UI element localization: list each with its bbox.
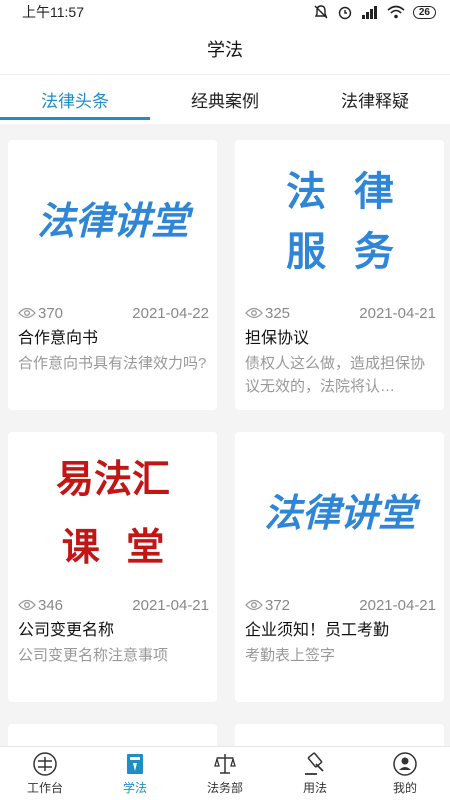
user-icon xyxy=(392,751,418,777)
article-summary: 债权人这么做，造成担保协议无效的，法院将认… xyxy=(245,355,426,395)
article-card[interactable]: 法律讲堂 370 2021-04-22 合作意向书 合作意向书具有法律效力吗? xyxy=(8,140,217,410)
page-title: 学法 xyxy=(207,40,243,60)
article-date: 2021-04-22 xyxy=(132,304,209,322)
article-title: 企业须知！员工考勤 xyxy=(245,622,390,639)
scales-icon xyxy=(212,751,238,777)
nav-study-law[interactable]: 学法 xyxy=(90,747,180,800)
article-meta: 346 2021-04-21 xyxy=(8,592,217,618)
page-title-bar: 学法 xyxy=(0,24,450,74)
wifi-icon xyxy=(387,5,405,19)
eye-icon xyxy=(18,307,36,319)
article-card[interactable] xyxy=(235,724,444,746)
svg-text:服 务: 服 务 xyxy=(286,229,394,275)
article-thumbnail: 易法汇 课 堂 xyxy=(8,432,217,592)
status-time: 上午11:57 xyxy=(22,4,84,20)
view-count: 325 xyxy=(245,305,290,322)
svg-text:法律讲堂: 法律讲堂 xyxy=(263,491,420,535)
eye-icon xyxy=(18,599,36,611)
article-card[interactable]: 法 律 服 务 325 2021-04-21 担保协议 债权人这么做，造成担保协… xyxy=(235,140,444,410)
battery-indicator: 26 xyxy=(412,5,436,19)
nav-legal-dept[interactable]: 法务部 xyxy=(180,747,270,800)
status-icons: 26 xyxy=(313,4,436,20)
article-meta: 325 2021-04-21 xyxy=(235,300,444,326)
book-icon xyxy=(122,751,148,777)
svg-text:易法汇: 易法汇 xyxy=(55,456,169,501)
svg-text:课 堂: 课 堂 xyxy=(61,524,163,569)
article-card[interactable]: 易法汇 课 堂 346 2021-04-21 公司变更名称 公司变更名称注意事项 xyxy=(8,432,217,702)
eye-icon xyxy=(245,307,263,319)
nav-mine[interactable]: 我的 xyxy=(360,747,450,800)
view-count: 346 xyxy=(18,597,63,614)
article-thumbnail: 法律讲堂 xyxy=(8,140,217,300)
category-tabs: 法律头条 经典案例 法律释疑 xyxy=(0,74,450,124)
article-title: 担保协议 xyxy=(245,330,310,347)
nav-use-law[interactable]: 用法 xyxy=(270,747,360,800)
tab-classic-cases[interactable]: 经典案例 xyxy=(150,75,300,124)
article-meta: 370 2021-04-22 xyxy=(8,300,217,326)
article-date: 2021-04-21 xyxy=(359,596,436,614)
tab-legal-headlines[interactable]: 法律头条 xyxy=(0,75,150,124)
article-thumbnail: 法 律 服 务 xyxy=(235,140,444,300)
article-meta: 372 2021-04-21 xyxy=(235,592,444,618)
view-count: 372 xyxy=(245,597,290,614)
workbench-icon xyxy=(32,751,58,777)
view-count: 370 xyxy=(18,305,63,322)
svg-text:法 律: 法 律 xyxy=(286,169,394,215)
article-thumbnail: 法律讲堂 xyxy=(235,432,444,592)
nav-workbench[interactable]: 工作台 xyxy=(0,747,90,800)
bottom-navigation: 工作台 学法 法务部 用法 我的 xyxy=(0,746,450,800)
status-bar: 上午11:57 26 xyxy=(0,0,450,24)
article-summary: 公司变更名称注意事项 xyxy=(18,647,169,664)
article-title: 公司变更名称 xyxy=(18,622,115,639)
svg-text:法律讲堂: 法律讲堂 xyxy=(36,199,193,243)
signal-icon xyxy=(361,6,377,19)
tab-legal-qa[interactable]: 法律释疑 xyxy=(300,75,450,124)
gavel-icon xyxy=(302,751,328,777)
alarm-icon xyxy=(338,6,352,20)
article-summary: 考勤表上签字 xyxy=(245,647,336,664)
article-grid: 法律讲堂 370 2021-04-22 合作意向书 合作意向书具有法律效力吗? … xyxy=(0,124,450,746)
article-title: 合作意向书 xyxy=(18,330,99,347)
article-card[interactable] xyxy=(8,724,217,746)
article-summary: 合作意向书具有法律效力吗? xyxy=(18,355,207,372)
article-date: 2021-04-21 xyxy=(132,596,209,614)
eye-icon xyxy=(245,599,263,611)
article-card[interactable]: 法律讲堂 372 2021-04-21 企业须知！员工考勤 考勤表上签字 xyxy=(235,432,444,702)
article-date: 2021-04-21 xyxy=(359,304,436,322)
mute-bell-icon xyxy=(314,5,328,19)
